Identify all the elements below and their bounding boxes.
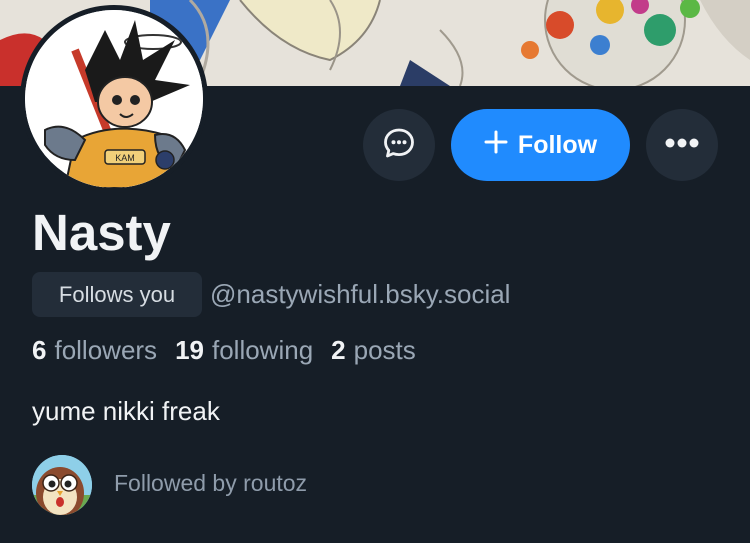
posts-stat: 2 posts [331,334,416,366]
followed-by-text: Followed by routoz [114,470,308,496]
posts-label: posts [353,335,416,365]
profile-avatar[interactable]: KAM [20,5,208,193]
profile-bio: yume nikki freak [32,396,220,426]
more-options-button[interactable] [646,109,718,181]
follow-button-label: Follow [517,130,598,159]
profile-handle: @nastywishful.bsky.social [210,279,511,309]
following-stat[interactable]: 19 following [175,334,313,366]
ellipsis-icon [664,136,700,154]
profile-stats: 6 followers 19 following 2 posts [32,334,434,366]
chat-bubble-icon [382,126,416,165]
display-name: Nasty [32,204,171,261]
followers-stat[interactable]: 6 followers [32,334,157,366]
follow-button[interactable]: Follow [451,109,630,181]
known-follower-avatar[interactable] [32,455,92,515]
posts-count: 2 [331,335,346,365]
avatar-badge-text: KAM [115,153,135,163]
message-button[interactable] [363,109,435,181]
plus-icon [484,130,508,161]
followers-label: followers [54,335,158,365]
avatar-image: KAM [25,10,203,188]
following-label: following [211,335,314,365]
follows-you-badge: Follows you [32,272,202,317]
followers-count: 6 [32,335,47,365]
owl-avatar-icon [32,455,92,515]
following-count: 19 [175,335,204,365]
